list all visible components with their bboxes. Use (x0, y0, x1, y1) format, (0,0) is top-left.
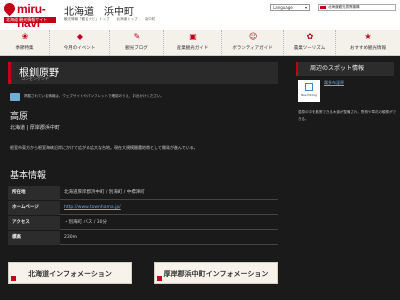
spot-description: 湿原の中を散策できる木道が整備され、野鳥や草花の観察ができる。 (298, 110, 396, 121)
thumbnail-label: Now Printing (301, 94, 317, 97)
description-text: 根室市東方から根室海峡沿岸にかけて広がる広大な台地。現在大規模酪農地帯として開発… (10, 145, 198, 150)
org-banner[interactable]: 北海道観光振興機構 (318, 4, 396, 11)
calendar-icon: ◆ (76, 32, 84, 41)
page-header-title: 北海道 浜中町 (64, 7, 134, 18)
logo-text: miru-navi (17, 2, 46, 30)
language-label: Language (273, 5, 293, 10)
table-row: アクセス ・別海町 バス / 30分 (8, 216, 278, 230)
nav-label: 季節特集 (15, 46, 34, 51)
breadcrumb-item[interactable]: 観光情報「観るナビ」トップ (64, 17, 110, 21)
chevron-down-icon: ▾ (304, 5, 307, 10)
hamanaka-info-button[interactable]: 厚岸郡浜中町インフォメーション (154, 262, 278, 284)
image-placeholder-icon (305, 83, 313, 91)
org-logo-icon (320, 6, 326, 9)
star-icon: ★ (364, 32, 372, 41)
title-box: 根釧原野 コンセンゲンヤ (8, 62, 278, 84)
logo-subtitle: 北海道 観光情報サイト (4, 17, 56, 23)
spot-thumbnail[interactable]: Now Printing (298, 80, 320, 102)
site-logo[interactable]: miru-navi 北海道 観光情報サイト (1, 0, 56, 30)
pen-icon: ✎ (133, 32, 141, 41)
nav-label: ボランティアガイド (232, 46, 273, 51)
table-cell: ・別海町 バス / 30分 (64, 220, 108, 225)
sidebar-heading: 周辺のスポット情報 (296, 62, 394, 76)
button-label: 厚岸郡浜中町インフォメーション (163, 270, 269, 278)
breadcrumb-item: 浜中町 (144, 17, 156, 21)
factory-icon: ▣ (189, 32, 197, 41)
table-row: ホームページ http://www.townhama.jp/ (8, 201, 278, 215)
nav-label: 今月のイベント (63, 46, 96, 51)
main-nav: ❀ 季節特集 ◆ 今月のイベント ✎ 観光ブログ ▣ 産業観光ガイド ☺ ボラン… (0, 30, 400, 56)
spot-link[interactable]: 霧多布湿原 (324, 80, 344, 86)
org-label: 北海道観光振興機構 (328, 5, 360, 9)
homepage-link[interactable]: http://www.townhama.jp/ (64, 201, 278, 215)
nav-label: おすすめ観光情報 (350, 46, 386, 51)
nav-item-blog[interactable]: ✎ 観光ブログ (110, 30, 164, 56)
table-cell: 北海道厚岸郡浜中町 / 別海町 / 中標津町 (64, 190, 145, 195)
nav-item-recommended[interactable]: ★ おすすめ観光情報 (336, 30, 400, 56)
section-heading-altitude: 高原 (10, 112, 29, 122)
info-icon (10, 93, 20, 101)
table-row: 所在地 北海道厚岸郡浜中町 / 別海町 / 中標津町 (8, 186, 278, 200)
table-header-cell: 標高 (8, 231, 60, 245)
flower-icon: ❀ (21, 32, 29, 41)
section-heading-basic: 基本情報 (10, 171, 47, 181)
table-header-cell: ホームページ (8, 201, 60, 215)
table-row: 標高 230m (8, 231, 278, 245)
location-text: 北海道 | 厚岸郡浜中町 (10, 125, 60, 131)
button-label: 北海道インフォメーション (28, 270, 112, 278)
nav-label: 観光ブログ (125, 46, 148, 51)
person-icon: ☺ (249, 32, 258, 41)
nav-item-industry[interactable]: ▣ 産業観光ガイド (164, 30, 222, 56)
nav-item-volunteer[interactable]: ☺ ボランティアガイド (222, 30, 284, 56)
nav-item-seasonal[interactable]: ❀ 季節特集 (0, 30, 50, 56)
language-select[interactable]: Language ▾ (270, 4, 310, 11)
breadcrumb: 観光情報「観るナビ」トップ 北海道トップ 浜中町 (64, 17, 161, 22)
hokkaido-info-button[interactable]: 北海道インフォメーション (8, 262, 132, 284)
nav-item-agri[interactable]: ✿ 農業ツーリズム (284, 30, 336, 56)
nav-label: 農業ツーリズム (293, 46, 326, 51)
table-header-cell: アクセス (8, 216, 60, 230)
nav-item-events[interactable]: ◆ 今月のイベント (50, 30, 110, 56)
nav-label: 産業観光ガイド (176, 46, 209, 51)
plant-icon: ✿ (306, 32, 314, 41)
table-cell: 230m (64, 235, 77, 240)
main-content: 根釧原野 コンセンゲンヤ 掲載されている情報は、ウェブサイトやパンフレットで確認… (0, 56, 400, 300)
page-title-kana: コンセンゲンヤ (21, 76, 49, 81)
breadcrumb-item[interactable]: 北海道トップ (117, 17, 138, 21)
logo-pin-icon (1, 0, 18, 17)
table-header-cell: 所在地 (8, 186, 60, 200)
info-notice: 掲載されている情報は、ウェブサイトやパンフレットで確認のうえ、お出かけください。 (24, 94, 164, 98)
site-header: miru-navi 北海道 観光情報サイト 北海道 浜中町 観光情報「観るナビ」… (0, 0, 400, 30)
